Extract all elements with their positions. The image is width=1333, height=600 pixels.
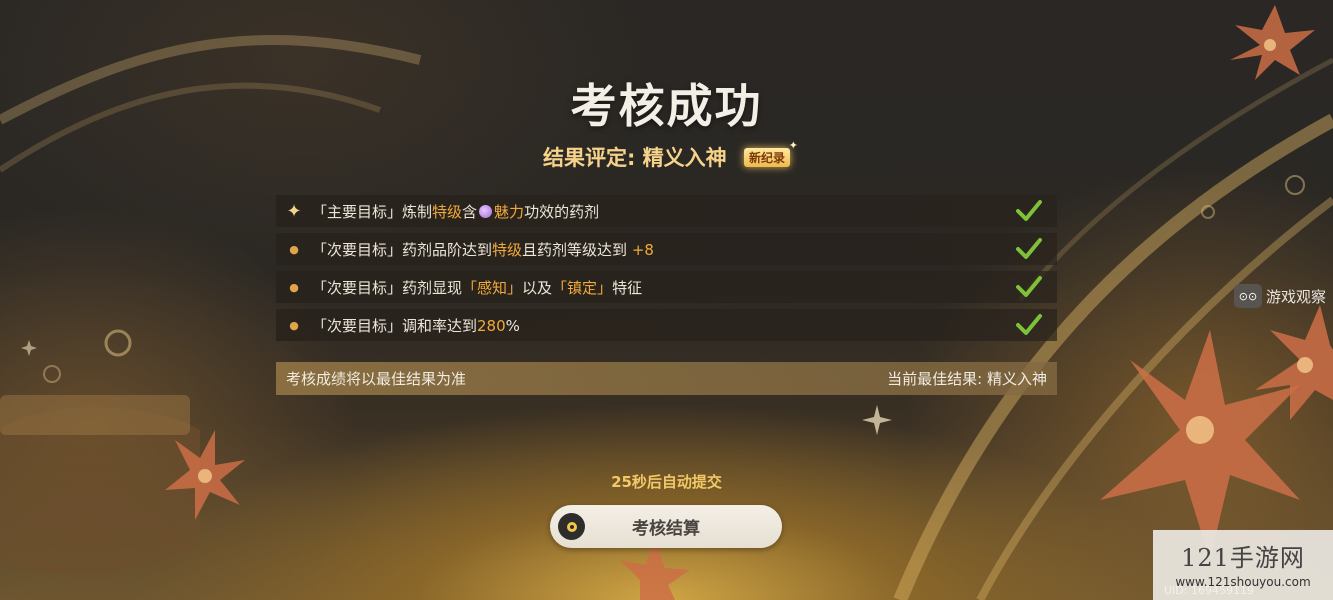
goal-highlight: 特级 bbox=[432, 202, 463, 221]
goal-text: 「次要目标」调和率达到280% bbox=[312, 315, 520, 336]
goal-text-part: 「次要目标」调和率达到 bbox=[312, 316, 478, 335]
best-result-note: 考核成绩将以最佳结果为准 bbox=[286, 370, 467, 388]
bullet-icon: ● bbox=[289, 242, 299, 256]
goal-text-part: 「次要目标」药剂显现 bbox=[312, 278, 463, 297]
star-icon: ✦ bbox=[286, 200, 302, 222]
goal-highlight: 特级 bbox=[492, 240, 523, 259]
confirm-ring-icon bbox=[558, 513, 585, 540]
eyes-icon: ⊙⊙ bbox=[1234, 284, 1262, 308]
goal-row-main: ✦ 「主要目标」炼制特级含 魅力功效的药剂 bbox=[276, 195, 1057, 227]
goal-list: ✦ 「主要目标」炼制特级含 魅力功效的药剂 ● 「次要目标」药剂品阶达到特级且药剂… bbox=[276, 195, 1057, 347]
goal-text-part: 功效的药剂 bbox=[524, 202, 600, 221]
new-record-badge: 新纪录 ✦ bbox=[744, 139, 798, 167]
watermark-tag-label: 游戏观察 bbox=[1266, 287, 1327, 306]
goal-text-part: % bbox=[505, 316, 520, 335]
sparkle-icon: ✦ bbox=[788, 139, 799, 152]
goal-text-part: 以及 bbox=[522, 278, 553, 297]
best-result-bar: 考核成绩将以最佳结果为准 当前最佳结果: 精义入神 bbox=[276, 362, 1057, 395]
auto-submit-countdown: 25秒后自动提交 bbox=[611, 473, 722, 491]
check-icon bbox=[1016, 276, 1042, 297]
goal-text: 「主要目标」炼制特级含 魅力功效的药剂 bbox=[312, 201, 599, 222]
check-icon bbox=[1016, 314, 1042, 335]
goal-highlight: 「感知」 bbox=[462, 278, 523, 297]
site-name: 121手游网 bbox=[1181, 544, 1305, 572]
bullet-icon: ● bbox=[289, 318, 299, 332]
goal-text-part: 含 bbox=[462, 202, 478, 221]
goal-text: 「次要目标」药剂显现「感知」以及「镇定」特征 bbox=[312, 277, 642, 298]
new-record-label: 新纪录 bbox=[749, 151, 786, 165]
game-result-screen: 考核成功 结果评定: 精义入神 新纪录 ✦ ✦ 「主要目标」炼制特级含 魅力功效的… bbox=[0, 0, 1333, 600]
player-uid: UID: 169459119 bbox=[1164, 584, 1254, 597]
watermark-tag: ⊙⊙ 游戏观察 bbox=[1234, 283, 1326, 309]
settle-button-label: 考核结算 bbox=[632, 519, 700, 539]
goal-row-secondary-1: ● 「次要目标」药剂品阶达到特级且药剂等级达到 +8 bbox=[276, 233, 1057, 265]
charm-icon bbox=[479, 204, 493, 218]
goal-text-part: 且药剂等级达到 bbox=[522, 240, 632, 259]
goal-highlight: 「镇定」 bbox=[552, 278, 613, 297]
goal-text-part: 特征 bbox=[612, 278, 643, 297]
check-icon bbox=[1016, 238, 1042, 259]
goal-text: 「次要目标」药剂品阶达到特级且药剂等级达到 +8 bbox=[312, 239, 654, 260]
settle-button[interactable]: 考核结算 bbox=[550, 505, 782, 548]
goal-text-part: 「次要目标」药剂品阶达到 bbox=[312, 240, 493, 259]
check-icon bbox=[1016, 200, 1042, 221]
current-best-result: 当前最佳结果: 精义入神 bbox=[887, 370, 1047, 388]
page-title: 考核成功 bbox=[570, 79, 763, 133]
goal-text-part: 「主要目标」炼制 bbox=[312, 202, 433, 221]
goal-highlight: 魅力 bbox=[494, 202, 525, 221]
goal-highlight: 280 bbox=[477, 316, 506, 335]
rating-label: 结果评定: 精义入神 bbox=[542, 146, 727, 170]
bullet-icon: ● bbox=[289, 280, 299, 294]
result-rating: 结果评定: 精义入神 新纪录 ✦ bbox=[0, 139, 1333, 172]
goal-highlight: +8 bbox=[631, 240, 654, 259]
goal-row-secondary-2: ● 「次要目标」药剂显现「感知」以及「镇定」特征 bbox=[276, 271, 1057, 303]
goal-row-secondary-3: ● 「次要目标」调和率达到280% bbox=[276, 309, 1057, 341]
